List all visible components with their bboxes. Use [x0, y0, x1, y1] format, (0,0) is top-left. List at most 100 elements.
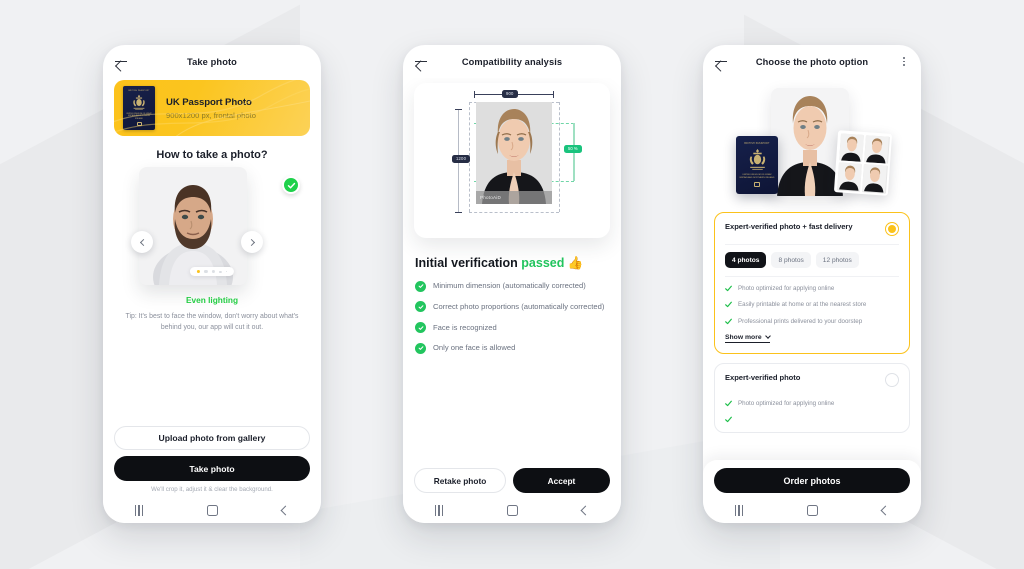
phone2-body: 50 % 900 1200 PhotoAiD Initial verificat…	[403, 78, 621, 497]
phone2-footer: Retake photo Accept	[403, 468, 621, 497]
android-navbar	[703, 497, 921, 523]
take-photo-button[interactable]: Take photo	[114, 456, 310, 481]
width-badge: 900	[502, 90, 518, 99]
phone-screen-photo-option: Choose the photo option BRITISH PASSPORT…	[703, 45, 921, 523]
check-icon	[725, 285, 732, 292]
quantity-option-8[interactable]: 8 photos	[771, 252, 811, 268]
option-card-expert-fast[interactable]: Expert-verified photo + fast delivery 4 …	[714, 212, 910, 354]
carousel-dots[interactable]	[189, 267, 235, 277]
verification-heading-prefix: Initial verification	[415, 256, 518, 270]
phone1-body: BRITISH PASSPORT UNITED KINGDOM OF GREAT…	[103, 78, 321, 497]
footer-note: We'll crop it, adjust it & clear the bac…	[151, 486, 273, 493]
upload-photo-button[interactable]: Upload photo from gallery	[114, 426, 310, 450]
feature-item: Photo optimized for applying online	[725, 284, 899, 293]
check-icon	[725, 416, 732, 423]
check-icon	[415, 301, 426, 313]
feature-label: Easily printable at home or at the neare…	[738, 301, 867, 309]
feature-item	[725, 415, 899, 423]
radio-selected-icon[interactable]	[885, 222, 899, 236]
carousel-prev-button[interactable]	[131, 231, 153, 253]
feature-label: Photo optimized for applying online	[738, 285, 835, 292]
check-icon	[415, 322, 426, 334]
woman-portrait-image	[476, 102, 552, 204]
carousel-dot[interactable]	[204, 270, 208, 274]
list-item: Correct photo proportions (automatically…	[415, 301, 609, 313]
verification-heading: Initial verification passed 👍	[415, 256, 609, 271]
chevron-down-icon	[764, 333, 771, 340]
home-icon[interactable]	[207, 504, 219, 516]
phone-screen-compatibility: Compatibility analysis 50 % 900 1200 Pho…	[403, 45, 621, 523]
chevron-left-icon	[139, 238, 147, 246]
list-item-label: Correct photo proportions (automatically…	[433, 301, 605, 311]
quantity-option-4[interactable]: 4 photos	[725, 252, 767, 268]
feature-label: Professional prints delivered to your do…	[738, 317, 863, 325]
list-item-label: Face is recognized	[433, 322, 497, 332]
list-item: Face is recognized	[415, 322, 609, 334]
recent-apps-icon[interactable]	[434, 504, 444, 516]
carousel-dot[interactable]	[219, 270, 222, 273]
guide-dash-right	[559, 102, 560, 212]
carousel-dot[interactable]	[196, 270, 201, 274]
passport-top-text: BRITISH PASSPORT	[744, 142, 770, 145]
product-preview: BRITISH PASSPORT UNITED KINGDOM OF GREAT…	[703, 80, 921, 212]
radio-unselected-icon[interactable]	[885, 372, 899, 387]
height-badge: 1200	[452, 155, 471, 164]
home-icon[interactable]	[807, 504, 819, 516]
home-icon[interactable]	[507, 504, 519, 516]
kebab-menu-icon[interactable]	[898, 56, 910, 67]
feature-label: Photo optimized for applying online	[738, 399, 835, 407]
measurement-diagram: 50 % 900 1200 PhotoAiD	[414, 83, 610, 238]
back-arrow-icon[interactable]	[414, 55, 428, 69]
feature-item: Easily printable at home or at the neare…	[725, 300, 899, 309]
green-check-icon	[282, 176, 300, 194]
phone1-header: Take photo	[103, 45, 321, 78]
watermark-bar: PhotoAiD	[476, 191, 552, 204]
recent-apps-icon[interactable]	[734, 504, 744, 516]
passport-booklet-image: BRITISH PASSPORT UNITED KINGDOM OF GREAT…	[736, 136, 778, 194]
list-item: Only one face is allowed	[415, 342, 609, 354]
divider	[725, 244, 899, 245]
back-arrow-icon[interactable]	[714, 55, 728, 69]
nav-back-icon[interactable]	[280, 505, 291, 515]
verification-list: Minimum dimension (automatically correct…	[415, 280, 609, 354]
options-scroll-area[interactable]: Expert-verified photo + fast delivery 4 …	[703, 212, 921, 497]
height-tick-bottom	[455, 212, 462, 213]
check-icon	[725, 301, 732, 308]
carousel-next-button[interactable]	[241, 231, 263, 253]
mini-photo	[836, 162, 862, 192]
product-card[interactable]: BRITISH PASSPORT UNITED KINGDOM OF GREAT…	[114, 80, 310, 136]
page-title: Take photo	[187, 56, 237, 67]
order-photos-button[interactable]: Order photos	[714, 468, 910, 493]
tip-heading: Even lighting	[185, 295, 239, 305]
quantity-option-12[interactable]: 12 photos	[815, 252, 859, 268]
quantity-selector[interactable]: 4 photos 8 photos 12 photos	[725, 252, 899, 268]
mini-photo	[862, 164, 888, 194]
mini-photo	[838, 132, 864, 162]
recent-apps-icon[interactable]	[134, 504, 144, 516]
printed-photo-sheet	[833, 130, 893, 196]
thumbs-up-icon: 👍	[567, 256, 584, 270]
nav-back-icon[interactable]	[580, 505, 591, 515]
retake-photo-button[interactable]: Retake photo	[414, 468, 506, 493]
android-navbar	[403, 497, 621, 523]
check-icon	[415, 280, 426, 292]
carousel-dot[interactable]	[211, 270, 216, 274]
tip-body: Tip: It's best to face the window, don't…	[125, 313, 299, 332]
option-card-expert-only[interactable]: Expert-verified photo Photo optimized fo…	[714, 362, 910, 434]
option-header: Expert-verified photo + fast delivery	[725, 222, 899, 236]
phone-screen-take-photo: Take photo BRITISH PASSPORT UNITED KINGD…	[103, 45, 321, 523]
back-arrow-icon[interactable]	[114, 55, 128, 69]
accept-button[interactable]: Accept	[513, 468, 610, 493]
phone1-footer: Upload photo from gallery Take photo We'…	[103, 426, 321, 497]
show-more-button[interactable]: Show more	[725, 333, 771, 343]
nav-back-icon[interactable]	[880, 505, 891, 515]
height-tick-top	[455, 109, 462, 110]
page-title: Compatibility analysis	[461, 56, 563, 67]
verification-status: passed	[521, 256, 565, 270]
face-ratio-badge: 50 %	[564, 145, 582, 154]
photo-carousel[interactable]	[103, 167, 321, 287]
android-navbar	[103, 497, 321, 523]
phone3-body: BRITISH PASSPORT UNITED KINGDOM OF GREAT…	[703, 78, 921, 497]
carousel-dot[interactable]	[225, 270, 228, 273]
phone3-footer: Order photos	[703, 460, 921, 497]
